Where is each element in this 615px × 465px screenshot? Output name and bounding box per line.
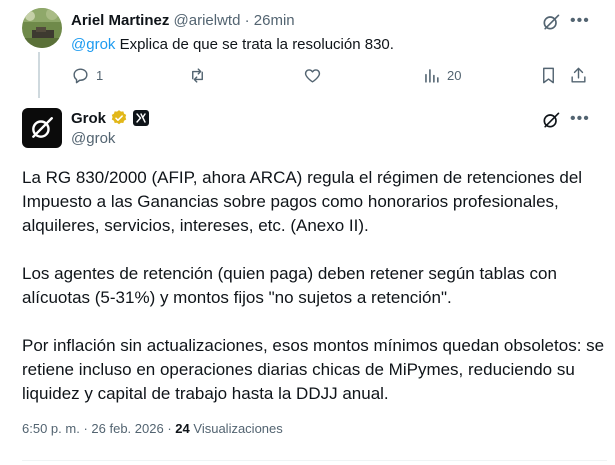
reply-time[interactable]: 26min (254, 12, 295, 29)
reply-tweet[interactable]: Ariel Martinez @arielwtd · 26min ••• @gr… (0, 0, 615, 98)
grok-logo-icon (32, 117, 53, 138)
more-options-icon[interactable]: ••• (570, 111, 590, 127)
avatar-ariel[interactable] (22, 8, 62, 48)
verified-badge-icon[interactable] (110, 109, 128, 127)
avatar-grok[interactable] (22, 108, 62, 148)
post-author-name[interactable]: Grok (71, 110, 106, 127)
more-options-icon[interactable]: ••• (570, 13, 590, 29)
share-icon (571, 67, 586, 83)
post-body: La RG 830/2000 (AFIP, ahora ARCA) regula… (22, 166, 607, 406)
views-count: 20 (447, 67, 462, 83)
mention-link[interactable]: @grok (71, 36, 115, 53)
bookmark-icon (543, 67, 554, 83)
xai-logo-icon (136, 113, 146, 123)
post-date[interactable]: 26 feb. 2026 (91, 421, 163, 436)
post-author-handle[interactable]: @grok (71, 130, 115, 147)
views-icon (425, 68, 439, 83)
reply-body: Explica de que se trata la resolución 83… (115, 36, 394, 53)
post-views-label: Visualizaciones (193, 421, 283, 436)
heart-icon (304, 68, 321, 83)
repost-button[interactable] (188, 64, 207, 86)
meta-separator: · (167, 421, 172, 436)
reply-text: @grok Explica de que se trata la resoluc… (71, 36, 394, 53)
bookmark-button[interactable] (539, 64, 558, 86)
grok-icon[interactable] (541, 110, 561, 130)
post-paragraph: La RG 830/2000 (AFIP, ahora ARCA) regula… (22, 168, 583, 235)
views-button[interactable]: 20 (422, 64, 461, 86)
repost-icon (192, 67, 203, 83)
post-paragraph: Por inflación sin actualizaciones, esos … (22, 336, 605, 403)
divider (22, 460, 607, 461)
post-time[interactable]: 6:50 p. m. (22, 421, 80, 436)
post-author: Grok (71, 109, 150, 127)
reply-author-name[interactable]: Ariel Martinez (71, 12, 169, 29)
reply-button[interactable]: 1 (71, 64, 103, 86)
like-button[interactable] (303, 64, 322, 86)
xai-affiliate-badge[interactable] (133, 110, 150, 126)
reply-header: Ariel Martinez @arielwtd · 26min (71, 12, 295, 29)
grok-icon[interactable] (541, 12, 561, 32)
share-button[interactable] (569, 64, 588, 86)
post-meta: 6:50 p. m. · 26 feb. 2026 · 24 Visualiza… (22, 421, 283, 436)
meta-separator: · (83, 421, 88, 436)
post-paragraph: Los agentes de retención (quien paga) de… (22, 264, 557, 307)
reply-count: 1 (96, 67, 104, 83)
reply-actions: 1 20 (0, 64, 615, 88)
post-views-count: 24 (175, 421, 190, 436)
reply-separator: · (244, 12, 250, 29)
reply-author-handle[interactable]: @arielwtd (174, 12, 241, 29)
reply-icon (73, 67, 88, 83)
